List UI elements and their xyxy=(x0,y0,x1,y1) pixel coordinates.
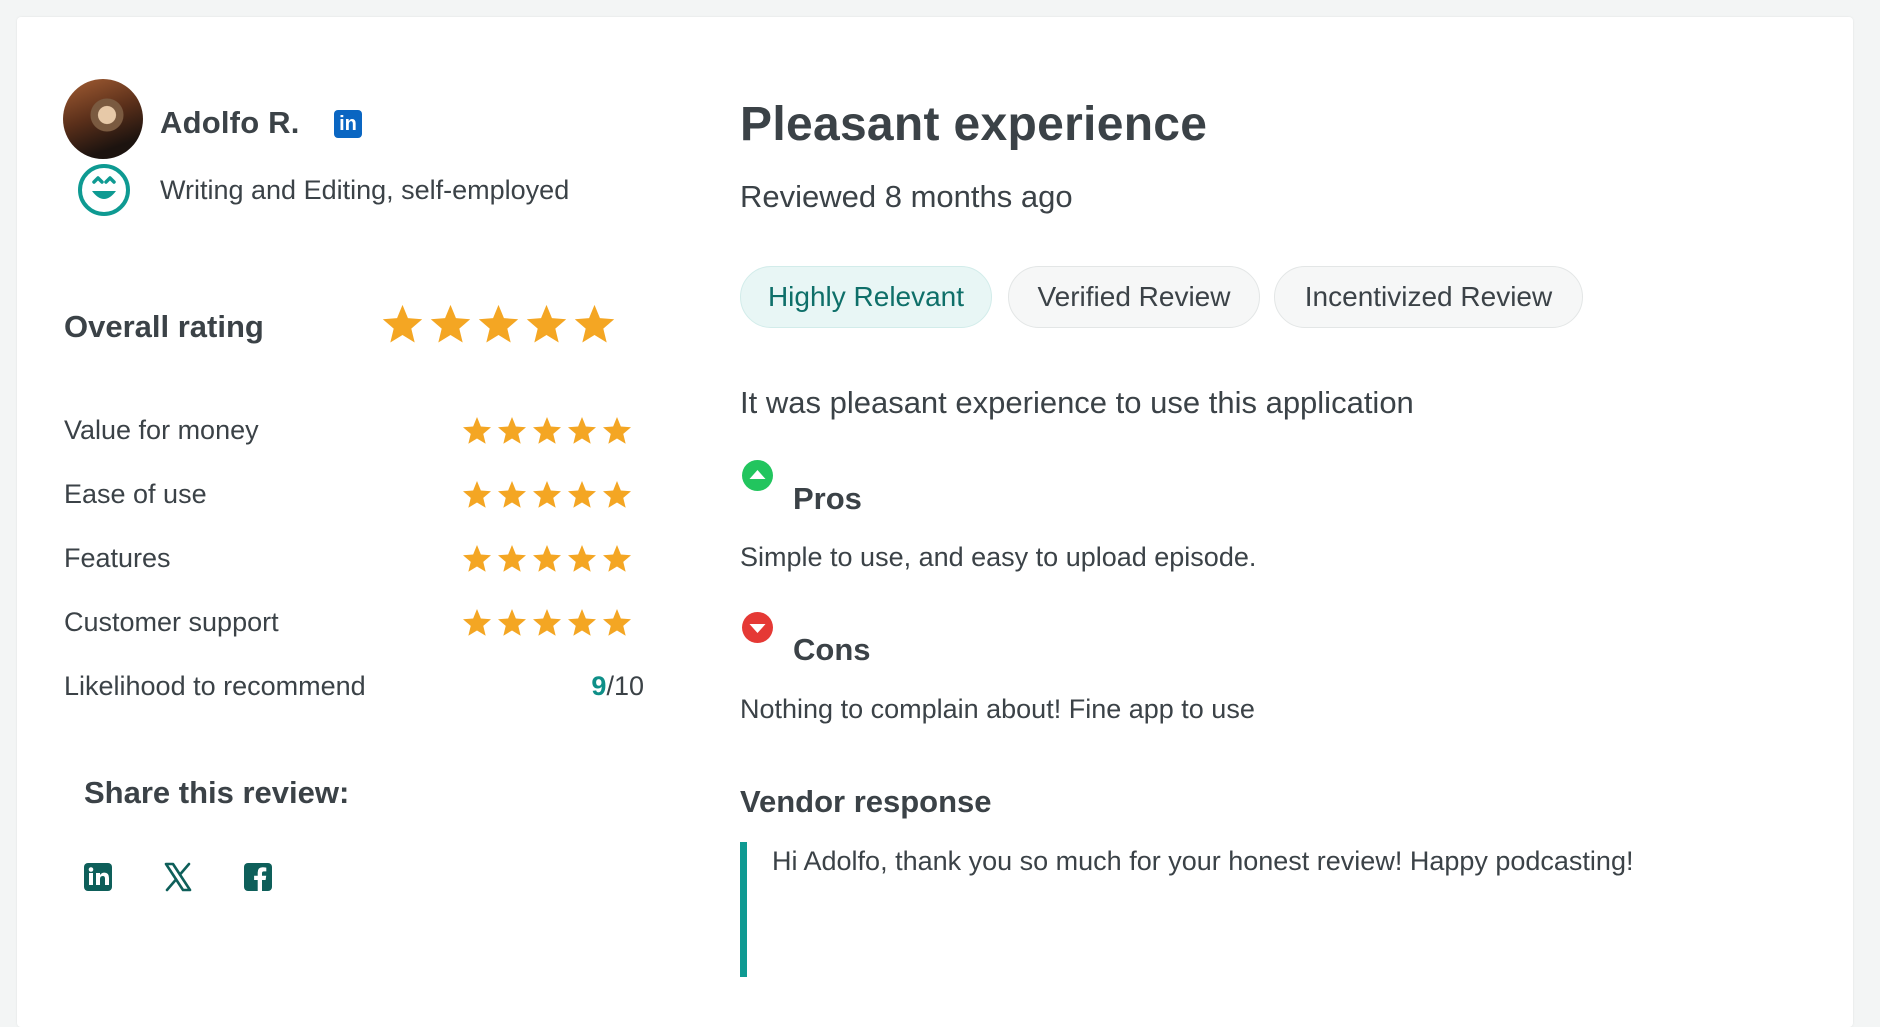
pros-title: Pros xyxy=(793,481,862,516)
cons-title: Cons xyxy=(793,632,871,667)
vendor-response-accent-bar xyxy=(740,842,747,977)
share-facebook-icon[interactable] xyxy=(241,860,275,894)
vendor-response-title: Vendor response xyxy=(740,784,992,819)
star-icon xyxy=(498,481,526,508)
pros-text: Simple to use, and easy to upload episod… xyxy=(740,542,1257,572)
star-icon xyxy=(463,545,491,572)
star-icon xyxy=(533,545,561,572)
reviewer-name: Adolfo R. xyxy=(160,105,300,140)
star-icon xyxy=(533,609,561,636)
star-icon xyxy=(568,417,596,444)
star-icon xyxy=(498,417,526,444)
rating-label-features: Features xyxy=(64,543,171,573)
pros-icon xyxy=(742,460,773,491)
linkedin-badge-icon[interactable]: in xyxy=(334,110,362,138)
star-icon xyxy=(533,481,561,508)
recommend-out-of: /10 xyxy=(606,671,644,701)
recommend-value: 9/10 xyxy=(591,671,644,702)
smiling-face-icon xyxy=(78,164,130,216)
share-linkedin-icon[interactable] xyxy=(81,860,115,894)
rating-stars-ease-of-use xyxy=(461,479,633,511)
cons-text: Nothing to complain about! Fine app to u… xyxy=(740,694,1255,724)
star-icon xyxy=(382,304,423,343)
share-x-icon[interactable] xyxy=(161,860,195,894)
rating-stars-customer-support xyxy=(461,607,633,639)
star-icon xyxy=(574,304,615,343)
star-icon xyxy=(478,304,519,343)
star-icon xyxy=(603,481,631,508)
star-icon xyxy=(603,609,631,636)
star-icon xyxy=(568,609,596,636)
tag-incentivized-review[interactable]: Incentivized Review xyxy=(1274,266,1583,328)
star-icon xyxy=(533,417,561,444)
share-title: Share this review: xyxy=(84,775,350,810)
tag-verified-review[interactable]: Verified Review xyxy=(1008,266,1260,328)
star-icon xyxy=(463,417,491,444)
recommend-score: 9 xyxy=(591,671,607,701)
star-icon xyxy=(603,417,631,444)
star-icon xyxy=(568,481,596,508)
rating-label-customer-support: Customer support xyxy=(64,607,279,637)
star-icon xyxy=(498,609,526,636)
rating-label-value-for-money: Value for money xyxy=(64,415,259,445)
review-summary: It was pleasant experience to use this a… xyxy=(740,385,1414,420)
star-icon xyxy=(568,545,596,572)
reviewer-avatar xyxy=(63,79,143,159)
star-icon xyxy=(498,545,526,572)
cons-icon xyxy=(742,612,773,643)
review-title: Pleasant experience xyxy=(740,98,1208,151)
star-icon xyxy=(603,545,631,572)
tag-highly-relevant[interactable]: Highly Relevant xyxy=(740,266,992,328)
review-date: Reviewed 8 months ago xyxy=(740,179,1073,214)
star-icon xyxy=(526,304,567,343)
vendor-response-text: Hi Adolfo, thank you so much for your ho… xyxy=(772,846,1634,876)
star-icon xyxy=(430,304,471,343)
overall-rating-label: Overall rating xyxy=(64,309,264,344)
star-icon xyxy=(463,609,491,636)
star-icon xyxy=(463,481,491,508)
overall-rating-stars xyxy=(380,302,617,347)
rating-stars-features xyxy=(461,543,633,575)
review-card: Adolfo R. in Writing and Editing, self-e… xyxy=(17,17,1853,1027)
rating-label-ease-of-use: Ease of use xyxy=(64,479,207,509)
recommend-label: Likelihood to recommend xyxy=(64,671,366,701)
reviewer-role: Writing and Editing, self-employed xyxy=(160,175,570,205)
rating-stars-value-for-money xyxy=(461,415,633,447)
